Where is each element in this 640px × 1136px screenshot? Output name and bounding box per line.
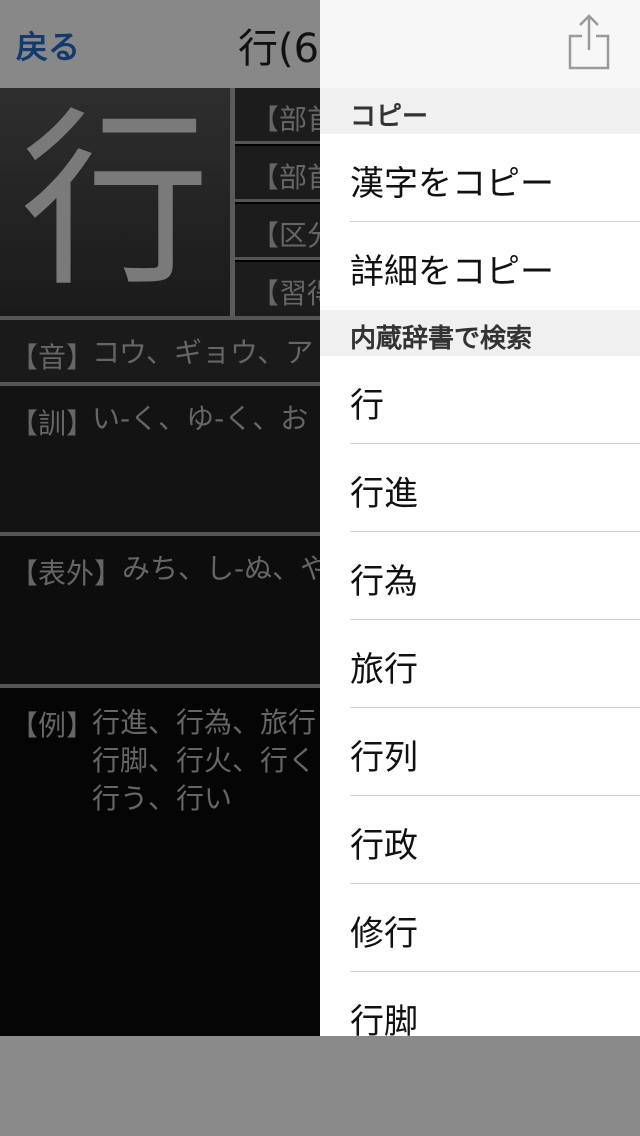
menu-item-label: 旅行 bbox=[350, 650, 418, 690]
search-item[interactable]: 行為 bbox=[320, 532, 640, 620]
on-reading-label: 【音】 bbox=[10, 341, 95, 374]
menu-toolbar bbox=[320, 0, 640, 88]
back-button[interactable]: 戻る bbox=[16, 22, 80, 68]
search-item[interactable]: 行 bbox=[320, 356, 640, 444]
search-item[interactable]: 行脚 bbox=[320, 972, 640, 1036]
hyogai-reading-label: 【表外】 bbox=[10, 557, 123, 590]
section-header-label: 内蔵辞書で検索 bbox=[350, 324, 533, 354]
menu-item-label: 行 bbox=[350, 386, 384, 426]
big-kanji: 行 bbox=[19, 91, 210, 312]
menu-item-label: 行列 bbox=[350, 738, 418, 778]
menu-item-label: 行進 bbox=[350, 474, 418, 514]
menu-item-label: 詳細をコピー bbox=[350, 252, 554, 292]
search-item[interactable]: 旅行 bbox=[320, 620, 640, 708]
copy-details-button[interactable]: 詳細をコピー bbox=[320, 222, 640, 310]
menu-item-label: 漢字をコピー bbox=[350, 164, 554, 204]
search-item[interactable]: 行政 bbox=[320, 796, 640, 884]
section-header-label: コピー bbox=[350, 102, 429, 132]
search-item[interactable]: 修行 bbox=[320, 884, 640, 972]
kun-reading-label: 【訓】 bbox=[10, 407, 95, 440]
kun-reading-text: い-く、ゆ-く、お bbox=[92, 402, 309, 435]
search-item[interactable]: 行進 bbox=[320, 444, 640, 532]
kanji-panel: 行 bbox=[0, 88, 230, 316]
examples-label: 【例】 bbox=[10, 709, 95, 742]
search-section-header: 内蔵辞書で検索 bbox=[320, 310, 640, 356]
menu-item-label: 行脚 bbox=[350, 1002, 418, 1036]
search-item[interactable]: 行列 bbox=[320, 708, 640, 796]
copy-section-header: コピー bbox=[320, 88, 640, 134]
share-icon[interactable] bbox=[568, 14, 610, 70]
copy-kanji-button[interactable]: 漢字をコピー bbox=[320, 134, 640, 222]
on-reading-text: コウ、ギョウ、ア bbox=[92, 336, 314, 369]
hyogai-reading-text: みち、し-ぬ、や bbox=[122, 552, 329, 585]
bottom-bar bbox=[0, 1036, 640, 1136]
menu-item-label: 行政 bbox=[350, 826, 418, 866]
action-menu: コピー 漢字をコピー 詳細をコピー 内蔵辞書で検索 行 行進 行為 旅行 行列 … bbox=[320, 0, 640, 1036]
examples-text: 行進、行為、旅行 行脚、行火、行く 行う、行い bbox=[92, 706, 317, 815]
menu-item-label: 修行 bbox=[350, 914, 418, 954]
menu-item-label: 行為 bbox=[350, 562, 418, 602]
page-title: 行(6 bbox=[238, 26, 320, 72]
